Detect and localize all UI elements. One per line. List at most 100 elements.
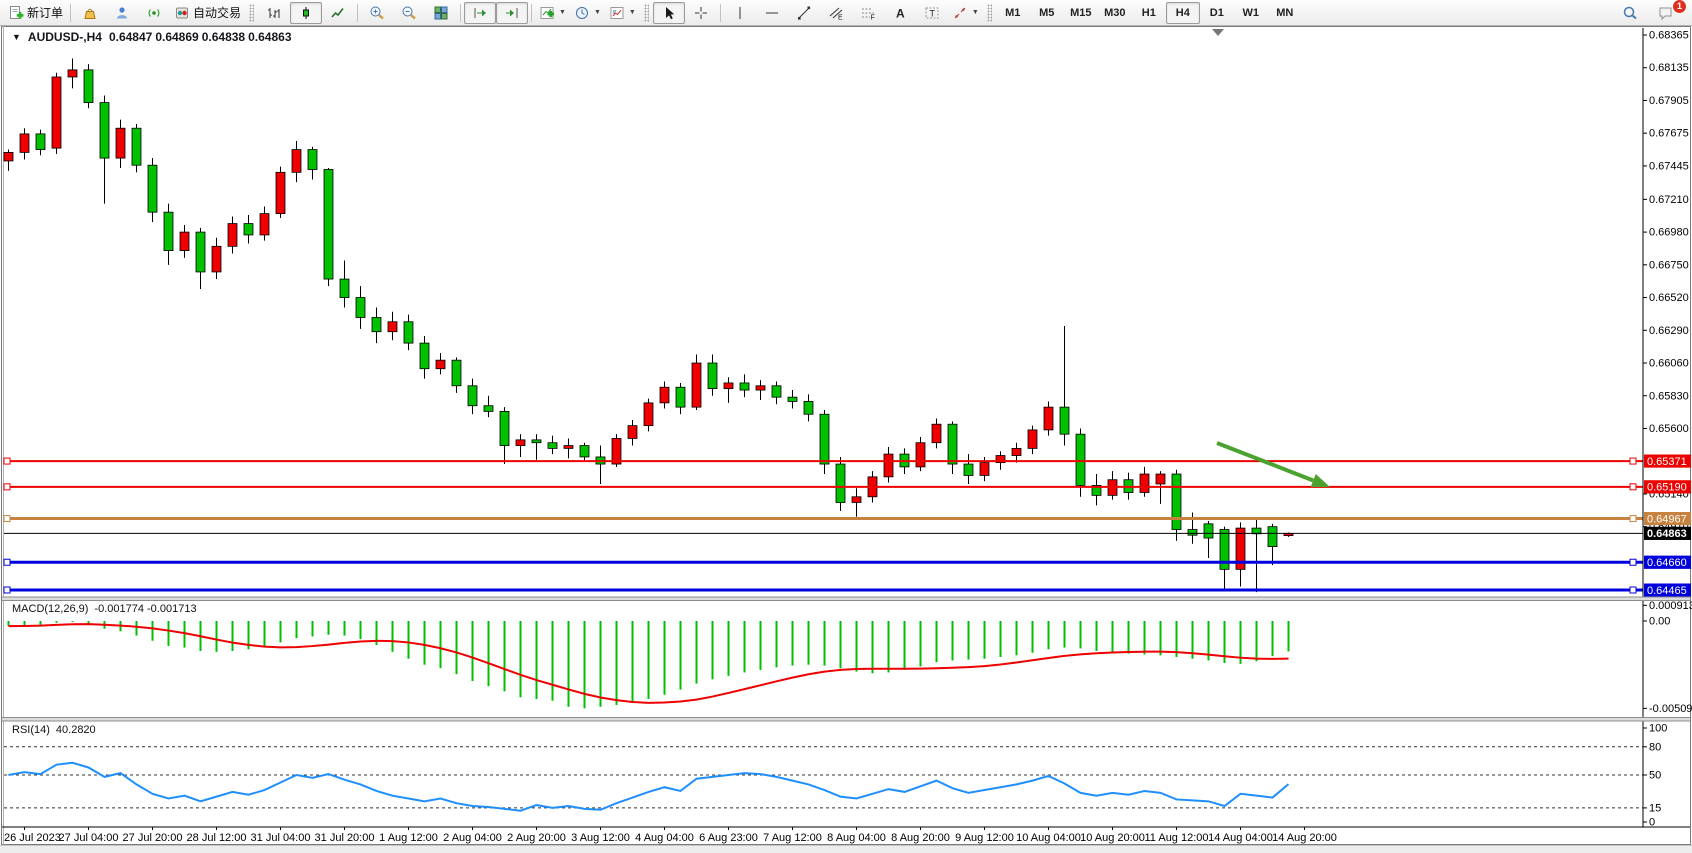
- price-tick-label: 0.66750: [1649, 259, 1689, 271]
- time-tick-label: 1 Aug 12:00: [379, 832, 438, 844]
- market-button[interactable]: [74, 2, 106, 24]
- price-tick-label: 0.67905: [1649, 95, 1689, 107]
- timeframe-d1-button[interactable]: D1: [1200, 2, 1234, 24]
- line-chart-button[interactable]: [322, 2, 354, 24]
- candle: [532, 440, 541, 443]
- candle: [708, 363, 717, 389]
- candle: [724, 383, 733, 389]
- timeframe-h1-button[interactable]: H1: [1132, 2, 1166, 24]
- toolbar-grip[interactable]: [644, 4, 649, 22]
- dropdown-caret-icon[interactable]: ▼: [559, 9, 566, 16]
- timeframe-m5-button[interactable]: M5: [1030, 2, 1064, 24]
- new-order-icon: [8, 5, 24, 21]
- timeframe-w1-button[interactable]: W1: [1234, 2, 1268, 24]
- time-tick-label: 31 Jul 20:00: [315, 832, 375, 844]
- candlestick-button[interactable]: [290, 2, 322, 24]
- horizontal-line-button[interactable]: [756, 2, 788, 24]
- svg-text:0.64465: 0.64465: [1647, 585, 1687, 597]
- ohlc-open: 0.64847: [109, 30, 152, 44]
- bar-chart-button[interactable]: [258, 2, 290, 24]
- main-macd-separator[interactable]: [2, 597, 1690, 601]
- time-tick-label: 8 Aug 04:00: [827, 832, 886, 844]
- toolbar-grip[interactable]: [987, 4, 992, 22]
- macd-values: -0.001774 -0.001713: [94, 603, 196, 615]
- candle: [196, 232, 205, 272]
- candle: [180, 232, 189, 251]
- price-tick-label: 0.68135: [1649, 62, 1689, 74]
- periods-button[interactable]: ▼: [570, 2, 605, 24]
- trendline-button[interactable]: [788, 2, 820, 24]
- time-tick-label: 28 Jul 12:00: [187, 832, 247, 844]
- news-button[interactable]: [138, 2, 170, 24]
- chart-shift-icon: [504, 5, 520, 21]
- search-button[interactable]: [1614, 2, 1646, 24]
- collapse-caret-icon[interactable]: ▼: [12, 32, 21, 42]
- arrows-button[interactable]: ▼: [948, 2, 983, 24]
- svg-text:0.64863: 0.64863: [1647, 528, 1687, 540]
- timeframe-h4-button[interactable]: H4: [1166, 2, 1200, 24]
- channel-icon: E: [828, 5, 844, 21]
- rsi-indicator-label: RSI(14) 40.2820: [12, 724, 96, 736]
- chart-title: ▼ AUDUSD-,H4 0.64847 0.64869 0.64838 0.6…: [12, 30, 292, 44]
- candle: [820, 414, 829, 464]
- dropdown-caret-icon[interactable]: ▼: [629, 9, 636, 16]
- price-tick-label: 0.67210: [1649, 194, 1689, 206]
- dropdown-caret-icon[interactable]: ▼: [972, 9, 979, 16]
- signals-button[interactable]: [106, 2, 138, 24]
- candle: [740, 383, 749, 390]
- time-tick-label: 9 Aug 12:00: [955, 832, 1014, 844]
- vertical-line-button[interactable]: [724, 2, 756, 24]
- autotrading-icon: [174, 5, 190, 21]
- toolbar-separator: [70, 4, 71, 22]
- price-tick-label: 0.66520: [1649, 292, 1689, 304]
- toolbar-separator: [531, 4, 532, 22]
- svg-text:F: F: [870, 14, 874, 21]
- time-tick-label: 11 Aug 12:00: [1144, 832, 1208, 844]
- candle: [788, 397, 797, 401]
- candle: [52, 77, 61, 148]
- auto-scroll-button[interactable]: [464, 2, 496, 24]
- candle: [164, 212, 173, 250]
- candle: [36, 134, 45, 150]
- ohlc-close: 0.64863: [248, 30, 291, 44]
- timeframe-m30-button[interactable]: M30: [1098, 2, 1132, 24]
- autotrading-label: 自动交易: [193, 4, 241, 21]
- fibonacci-button[interactable]: F: [852, 2, 884, 24]
- channel-button[interactable]: E: [820, 2, 852, 24]
- cursor-button[interactable]: [653, 2, 685, 24]
- candle: [1044, 407, 1053, 430]
- trendline-icon: [796, 5, 812, 21]
- timeframe-mn-button[interactable]: MN: [1268, 2, 1302, 24]
- autotrading-button[interactable]: 自动交易: [170, 2, 245, 24]
- svg-text:0.000913: 0.000913: [1649, 600, 1692, 612]
- new-order-button[interactable]: 新订单: [4, 2, 67, 24]
- zoom-in-button[interactable]: [361, 2, 393, 24]
- chart-shift-button[interactable]: [496, 2, 528, 24]
- dropdown-caret-icon[interactable]: ▼: [594, 9, 601, 16]
- candle: [404, 322, 413, 343]
- templates-button[interactable]: ▼: [605, 2, 640, 24]
- svg-text:0.64967: 0.64967: [1647, 513, 1687, 525]
- toolbar-grip[interactable]: [249, 4, 254, 22]
- macd-rsi-separator[interactable]: [2, 718, 1690, 722]
- chart-window[interactable]: 0.653710.651900.649670.648630.646600.644…: [0, 26, 1692, 845]
- timeframe-m15-button[interactable]: M15: [1064, 2, 1098, 24]
- indicators-button[interactable]: ▼: [535, 2, 570, 24]
- zoom-out-button[interactable]: [393, 2, 425, 24]
- text-label-button[interactable]: T: [916, 2, 948, 24]
- crosshair-button[interactable]: [685, 2, 717, 24]
- text-button[interactable]: A: [884, 2, 916, 24]
- notification-badge: 1: [1672, 0, 1687, 14]
- auto-scroll-icon: [472, 5, 488, 21]
- market-icon: [82, 5, 98, 21]
- symbol-period-label: AUDUSD-,H4: [28, 30, 102, 44]
- candle: [692, 363, 701, 407]
- candle: [4, 152, 13, 161]
- chat-button[interactable]: 1: [1650, 2, 1682, 24]
- candle: [20, 134, 29, 153]
- timeframe-m1-button[interactable]: M1: [996, 2, 1030, 24]
- new-order-label: 新订单: [27, 4, 63, 21]
- tile-windows-button[interactable]: [425, 2, 457, 24]
- chart-canvas[interactable]: 0.653710.651900.649670.648630.646600.644…: [0, 26, 1692, 845]
- candle: [852, 497, 861, 503]
